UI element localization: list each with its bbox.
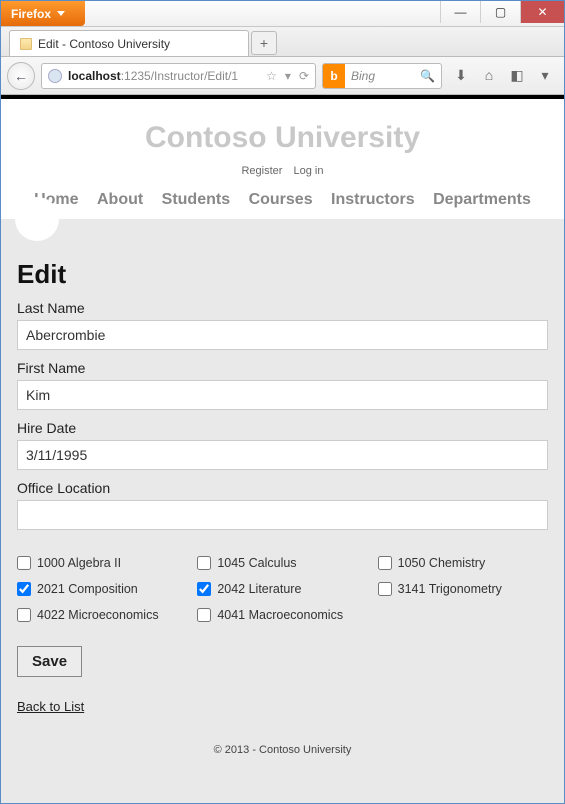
url-text: localhost:1235/Instructor/Edit/1 [68,69,266,83]
login-link[interactable]: Log in [294,165,324,177]
input-hire-date[interactable] [17,440,548,470]
course-checkbox[interactable]: 4041 Macroeconomics [197,608,367,622]
globe-icon [48,69,62,83]
course-label: 1000 Algebra II [37,556,121,570]
input-first-name[interactable] [17,380,548,410]
site-header: Contoso University Register Log in Home … [1,99,564,219]
save-button[interactable]: Save [17,646,82,677]
course-checkbox[interactable]: 1000 Algebra II [17,556,187,570]
course-checkbox[interactable]: 1050 Chemistry [378,556,548,570]
checkbox-input[interactable] [197,582,211,596]
course-checkbox[interactable]: 4022 Microeconomics [17,608,187,622]
course-checkbox[interactable]: 2042 Literature [197,582,367,596]
nav-departments[interactable]: Departments [433,191,531,208]
main-nav: Home About Students Courses Instructors … [1,191,564,209]
checkbox-input[interactable] [17,582,31,596]
checkbox-input[interactable] [197,556,211,570]
minimize-button[interactable]: — [440,1,480,23]
nav-courses[interactable]: Courses [249,191,313,208]
reload-icon[interactable]: ⟳ [299,69,309,83]
tab-bar: Edit - Contoso University + [1,27,564,57]
input-office[interactable] [17,500,548,530]
auth-links: Register Log in [1,165,564,177]
nav-toolbar: ← localhost:1235/Instructor/Edit/1 ☆ ▾ ⟳… [1,57,564,95]
browser-window: Firefox — ▢ ✕ Edit - Contoso University … [0,0,565,804]
course-label: 1045 Calculus [217,556,296,570]
checkbox-input[interactable] [17,608,31,622]
nav-students[interactable]: Students [162,191,230,208]
chevron-down-icon [57,11,65,16]
course-label: 4041 Macroeconomics [217,608,343,622]
nav-about[interactable]: About [97,191,143,208]
back-to-list-link[interactable]: Back to List [17,699,84,714]
page-footer: © 2013 - Contoso University [1,730,564,774]
bookmarks-sidebar-icon[interactable]: ◧ [508,67,526,84]
label-office: Office Location [17,480,548,496]
url-actions: ☆ ▾ ⟳ [266,69,309,83]
toolbar-dropdown-icon[interactable]: ▾ [536,67,554,84]
nav-instructors[interactable]: Instructors [331,191,415,208]
course-checkbox[interactable]: 3141 Trigonometry [378,582,548,596]
checkbox-input[interactable] [378,582,392,596]
search-engine-label: Bing [345,69,414,83]
new-tab-button[interactable]: + [251,31,277,55]
avatar-placeholder [1,219,564,251]
course-label: 4022 Microeconomics [37,608,159,622]
firefox-menu-button[interactable]: Firefox [1,1,85,26]
close-button[interactable]: ✕ [520,1,564,23]
address-bar[interactable]: localhost:1235/Instructor/Edit/1 ☆ ▾ ⟳ [41,63,316,89]
label-last-name: Last Name [17,300,548,316]
search-box[interactable]: b Bing 🔍 [322,63,442,89]
history-dropdown-icon[interactable]: ▾ [285,69,291,83]
course-checkbox[interactable]: 1045 Calculus [197,556,367,570]
course-label: 2042 Literature [217,582,301,596]
site-title: Contoso University [1,121,564,155]
input-last-name[interactable] [17,320,548,350]
course-label: 3141 Trigonometry [398,582,502,596]
maximize-button[interactable]: ▢ [480,1,520,23]
back-button[interactable]: ← [7,62,35,90]
page-icon [20,38,32,50]
course-label: 2021 Composition [37,582,138,596]
browser-tab[interactable]: Edit - Contoso University [9,30,249,56]
tab-title: Edit - Contoso University [38,37,170,51]
firefox-menu-label: Firefox [11,7,51,21]
label-first-name: First Name [17,360,548,376]
checkbox-input[interactable] [197,608,211,622]
page-heading: Edit [17,259,548,290]
label-hire-date: Hire Date [17,420,548,436]
register-link[interactable]: Register [241,165,282,177]
downloads-icon[interactable]: ⬇ [452,67,470,84]
toolbar-icons: ⬇ ⌂ ◧ ▾ [448,67,558,84]
edit-form: Edit Last Name First Name Hire Date Offi… [1,259,564,730]
checkbox-input[interactable] [378,556,392,570]
checkbox-input[interactable] [17,556,31,570]
window-controls: — ▢ ✕ [440,1,564,23]
course-label: 1050 Chemistry [398,556,486,570]
course-checkbox-grid: 1000 Algebra II 1045 Calculus 1050 Chemist… [17,556,548,622]
home-icon[interactable]: ⌂ [480,67,498,84]
course-checkbox[interactable]: 2021 Composition [17,582,187,596]
bing-icon: b [323,64,345,88]
search-icon[interactable]: 🔍 [414,69,441,83]
bookmark-star-icon[interactable]: ☆ [266,69,277,83]
titlebar: Firefox — ▢ ✕ [1,1,564,27]
page-content: Contoso University Register Log in Home … [1,99,564,803]
